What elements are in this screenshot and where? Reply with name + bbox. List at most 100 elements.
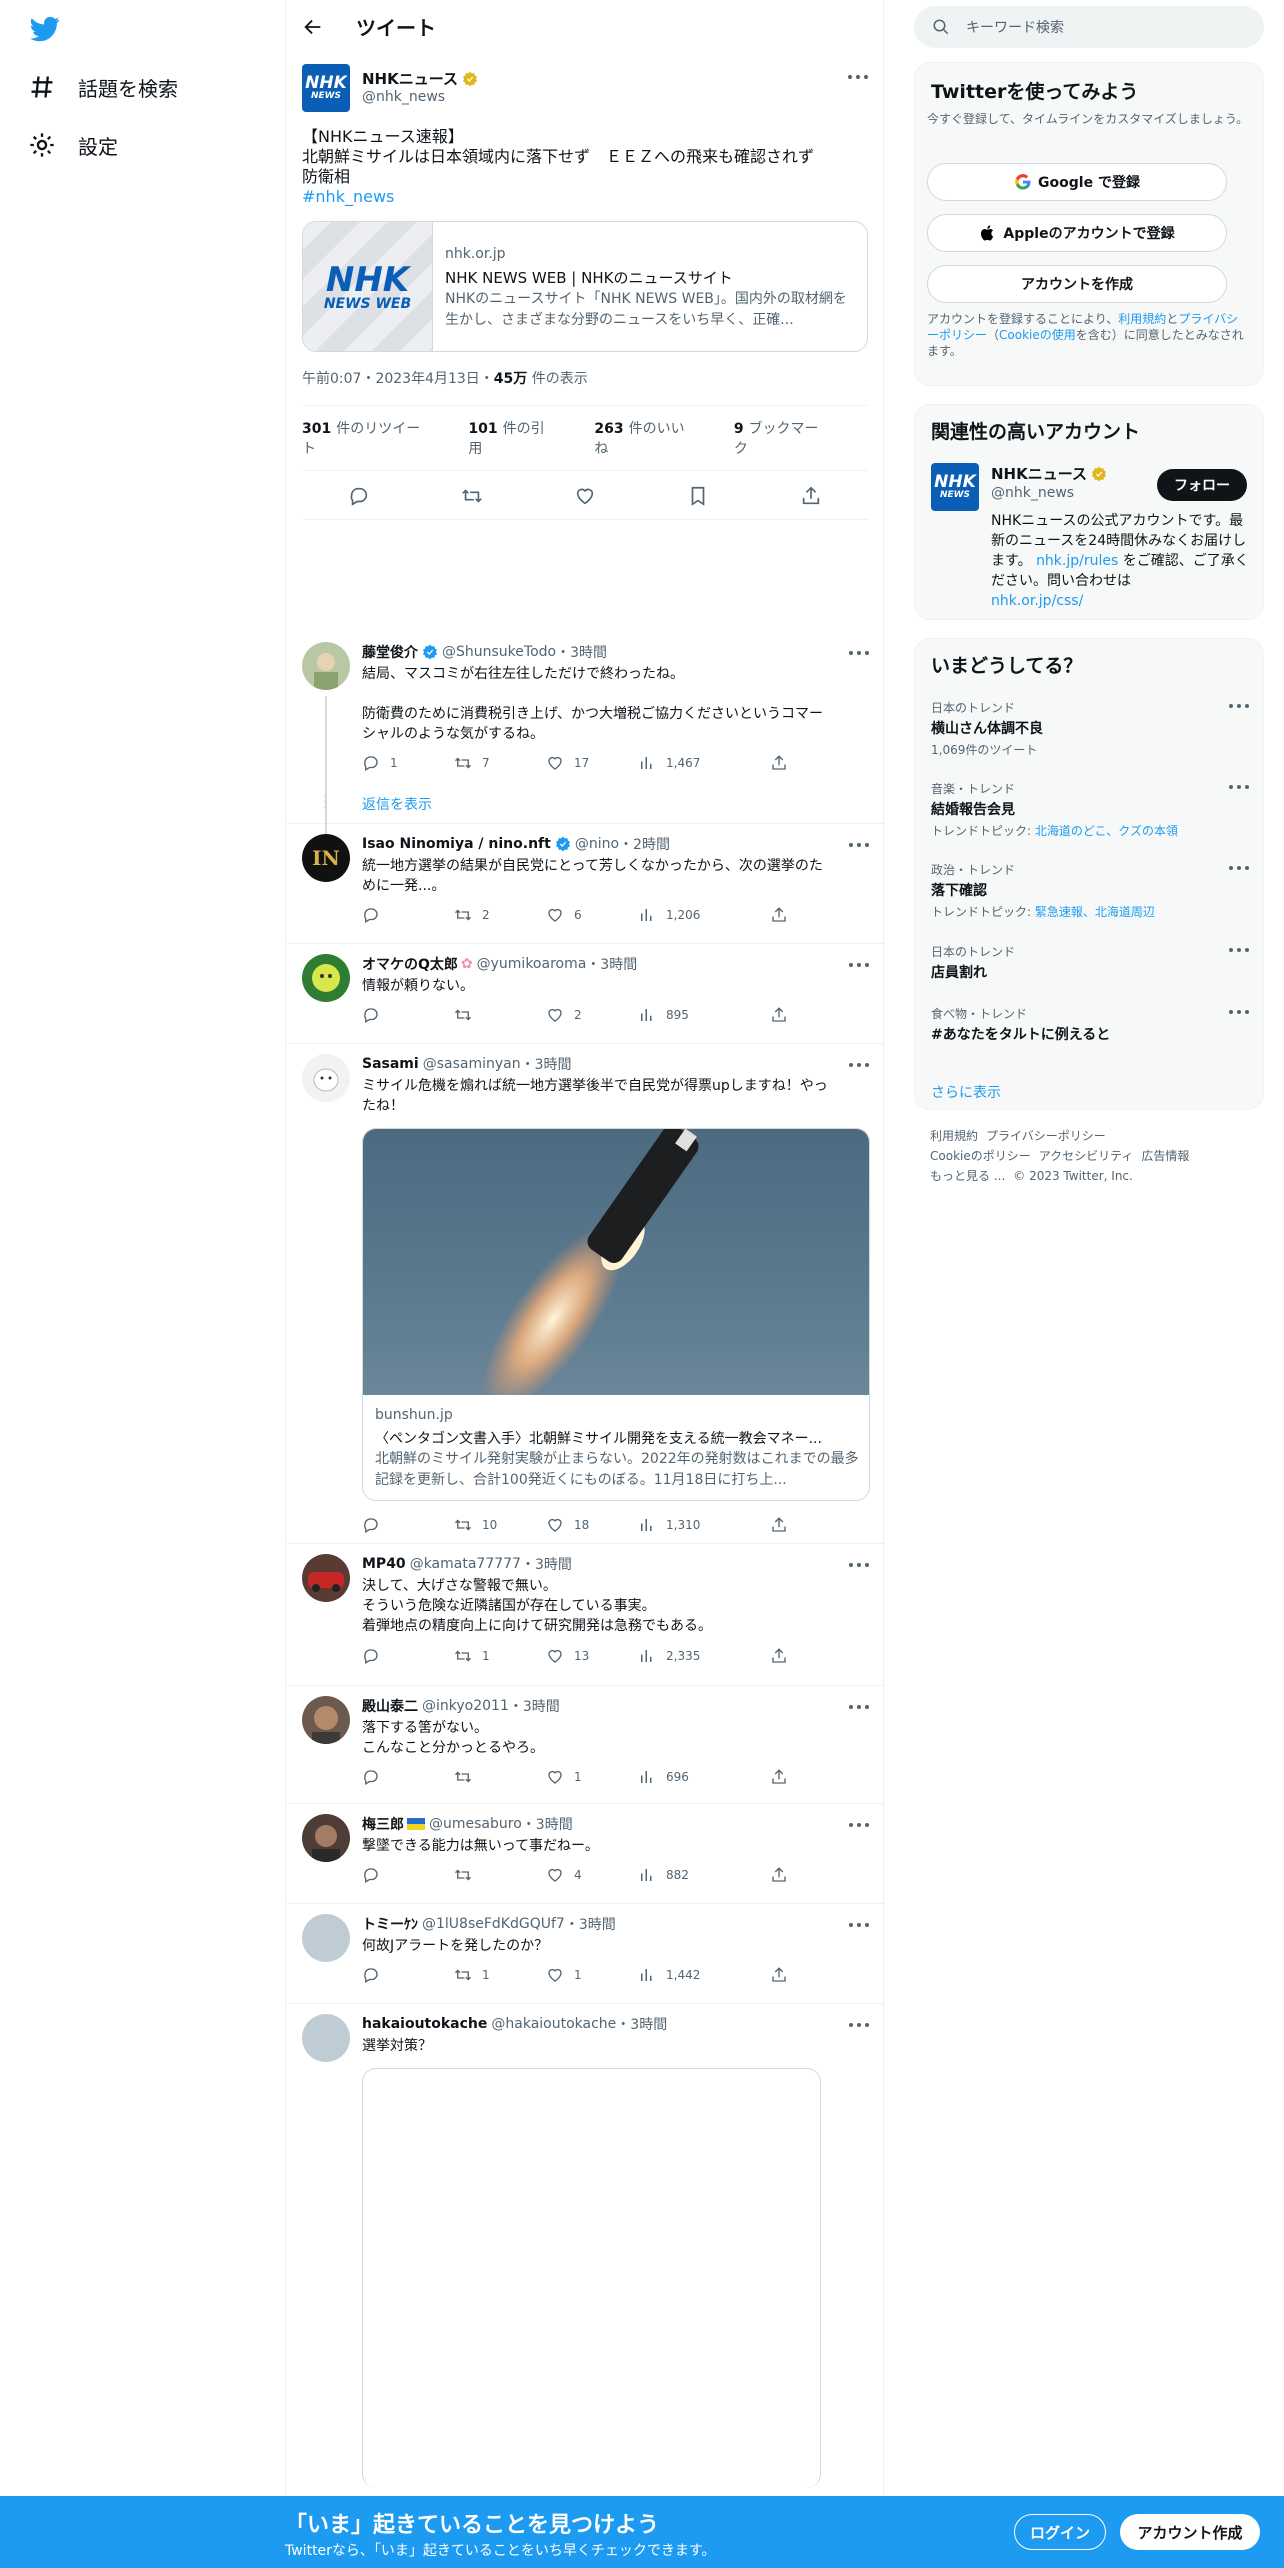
- show-replies-link[interactable]: 返信を表示: [362, 794, 432, 814]
- avatar[interactable]: [302, 954, 350, 1002]
- stat-likes[interactable]: 263 件のいいね: [594, 418, 713, 458]
- like-button[interactable]: 6: [546, 906, 582, 924]
- like-button[interactable]: 4: [546, 1866, 582, 1884]
- like-button[interactable]: 13: [546, 1647, 589, 1665]
- views-button[interactable]: 1,310: [638, 1516, 700, 1534]
- views-button[interactable]: 882: [638, 1866, 689, 1884]
- search-input[interactable]: キーワード検索: [914, 6, 1264, 48]
- stat-bookmarks[interactable]: 9 ブックマーク: [734, 418, 848, 458]
- reply-author-name[interactable]: トミーｹﾝ: [362, 1914, 418, 1934]
- reply-time[interactable]: ・3時間: [521, 1054, 572, 1074]
- reply-author-name[interactable]: 梅三郎: [362, 1814, 404, 1834]
- show-more-link[interactable]: さらに表示: [931, 1082, 1001, 1102]
- trend-item[interactable]: 政治・トレンド 落下確認 トレンドトピック: 緊急速報、北海道周辺: [931, 861, 1249, 920]
- apple-signup-button[interactable]: Appleのアカウントで登録: [927, 214, 1227, 252]
- reply-tweet[interactable]: Sasami @sasaminyan ・3時間 ミサイル危機を煽れば統一地方選挙後半…: [286, 1044, 885, 1544]
- more-icon[interactable]: [849, 842, 869, 848]
- reply-author-handle[interactable]: @nino: [575, 836, 619, 852]
- retweet-button[interactable]: [454, 1866, 482, 1884]
- share-button[interactable]: [770, 1966, 798, 1984]
- more-icon[interactable]: [849, 1704, 869, 1710]
- share-button[interactable]: [770, 1516, 798, 1534]
- avatar[interactable]: IN: [302, 834, 350, 882]
- retweet-icon[interactable]: [461, 485, 483, 507]
- footer-link[interactable]: アクセシビリティ: [1039, 1149, 1134, 1163]
- trend-item[interactable]: 音楽・トレンド 結婚報告会見 トレンドトピック: 北海道のどこ、クズの本領: [931, 780, 1249, 839]
- stat-quotes[interactable]: 101 件の引用: [468, 418, 574, 458]
- retweet-button[interactable]: 7: [454, 754, 490, 772]
- related-account-name[interactable]: NHKニュース: [991, 463, 1107, 484]
- reply-icon[interactable]: [348, 485, 370, 507]
- login-button[interactable]: ログイン: [1014, 2514, 1106, 2550]
- share-button[interactable]: [770, 754, 798, 772]
- reply-time[interactable]: ・3時間: [522, 1814, 573, 1834]
- reply-author-name[interactable]: hakaioutokache: [362, 2016, 487, 2032]
- reply-time[interactable]: ・3時間: [521, 1554, 572, 1574]
- avatar[interactable]: [302, 1554, 350, 1602]
- reply-button[interactable]: [362, 1647, 390, 1665]
- retweet-button[interactable]: [454, 1768, 482, 1786]
- views-button[interactable]: 696: [638, 1768, 689, 1786]
- retweet-button[interactable]: 1: [454, 1647, 490, 1665]
- more-icon[interactable]: [1229, 1009, 1249, 1015]
- retweet-button[interactable]: 10: [454, 1516, 497, 1534]
- avatar[interactable]: NHK NEWS: [931, 463, 979, 511]
- footer-link[interactable]: もっと見る ...: [930, 1169, 1005, 1183]
- trend-topic-links[interactable]: 北海道のどこ、クズの本領: [1035, 824, 1178, 838]
- terms-link[interactable]: 利用規約: [1118, 312, 1166, 326]
- footer-link[interactable]: Cookieのポリシー: [930, 1149, 1031, 1163]
- author-handle[interactable]: @nhk_news: [362, 89, 445, 105]
- retweet-button[interactable]: 2: [454, 906, 490, 924]
- views-button[interactable]: 1,467: [638, 754, 700, 772]
- avatar[interactable]: [302, 2014, 350, 2062]
- reply-author-handle[interactable]: @sasaminyan: [423, 1056, 521, 1072]
- like-icon[interactable]: [574, 485, 596, 507]
- reply-author-handle[interactable]: @hakaioutokache: [491, 2016, 616, 2032]
- reply-author-handle[interactable]: @kamata77777: [410, 1556, 521, 1572]
- like-button[interactable]: 18: [546, 1516, 589, 1534]
- author-name[interactable]: NHKニュース: [362, 68, 478, 89]
- reply-tweet[interactable]: IN Isao Ninomiya / nino.nft @nino ・2時間 統一地…: [286, 824, 885, 944]
- more-icon[interactable]: [849, 1062, 869, 1068]
- like-button[interactable]: 17: [546, 754, 589, 772]
- retweet-button[interactable]: [454, 1006, 482, 1024]
- reply-time[interactable]: ・3時間: [556, 642, 607, 662]
- reply-button[interactable]: [362, 906, 390, 924]
- reply-tweet[interactable]: オマケのQ太郎 ✿ @yumikoaroma ・3時間 情報が頼りない。 2 895: [286, 944, 885, 1044]
- reply-tweet[interactable]: 梅三郎 @umesaburo ・3時間 撃墜できる能力は無いって事だねー。 4 88…: [286, 1804, 885, 1904]
- avatar[interactable]: [302, 642, 350, 690]
- nav-explore[interactable]: 話題を検索: [28, 69, 178, 105]
- create-account-button[interactable]: アカウントを作成: [927, 265, 1227, 303]
- footer-link[interactable]: 利用規約: [930, 1129, 978, 1143]
- rules-link[interactable]: nhk.jp/rules: [1036, 553, 1118, 569]
- bookmark-icon[interactable]: [687, 485, 709, 507]
- reply-button[interactable]: 1: [362, 754, 398, 772]
- views-button[interactable]: 895: [638, 1006, 689, 1024]
- reply-author-name[interactable]: 藤堂俊介: [362, 642, 418, 662]
- reply-time[interactable]: ・3時間: [586, 954, 637, 974]
- reply-tweet[interactable]: MP40 @kamata77777 ・3時間 決して、大げさな警報で無い。 そういう…: [286, 1544, 885, 1686]
- signup-button[interactable]: アカウント作成: [1120, 2514, 1260, 2550]
- twitter-bird-icon[interactable]: [28, 14, 62, 44]
- trend-item[interactable]: 食べ物・トレンド #あなたをタルトに例えると: [931, 1005, 1249, 1044]
- views-button[interactable]: 1,206: [638, 906, 700, 924]
- reply-time[interactable]: ・2時間: [619, 834, 670, 854]
- tweet-timestamp[interactable]: 午前0:07・2023年4月13日・45万 件の表示: [302, 368, 588, 388]
- share-button[interactable]: [770, 1866, 798, 1884]
- more-icon[interactable]: [849, 2022, 869, 2028]
- follow-button[interactable]: フォロー: [1157, 469, 1247, 501]
- google-signup-button[interactable]: Google で登録: [927, 163, 1227, 201]
- reply-time[interactable]: ・3時間: [565, 1914, 616, 1934]
- reply-author-name[interactable]: Isao Ninomiya / nino.nft: [362, 836, 551, 852]
- more-icon[interactable]: [1229, 703, 1249, 709]
- reply-tweet[interactable]: hakaioutokache @hakaioutokache ・3時間 選挙対策？: [286, 2004, 885, 2568]
- related-account-handle[interactable]: @nhk_news: [991, 485, 1074, 501]
- more-icon[interactable]: [849, 962, 869, 968]
- views-button[interactable]: 1,442: [638, 1966, 700, 1984]
- reply-author-name[interactable]: 殿山泰二: [362, 1696, 418, 1716]
- reply-author-name[interactable]: Sasami: [362, 1056, 419, 1072]
- like-button[interactable]: 2: [546, 1006, 582, 1024]
- avatar[interactable]: NHK NEWS: [302, 64, 350, 112]
- reply-button[interactable]: [362, 1006, 390, 1024]
- share-button[interactable]: [770, 1768, 798, 1786]
